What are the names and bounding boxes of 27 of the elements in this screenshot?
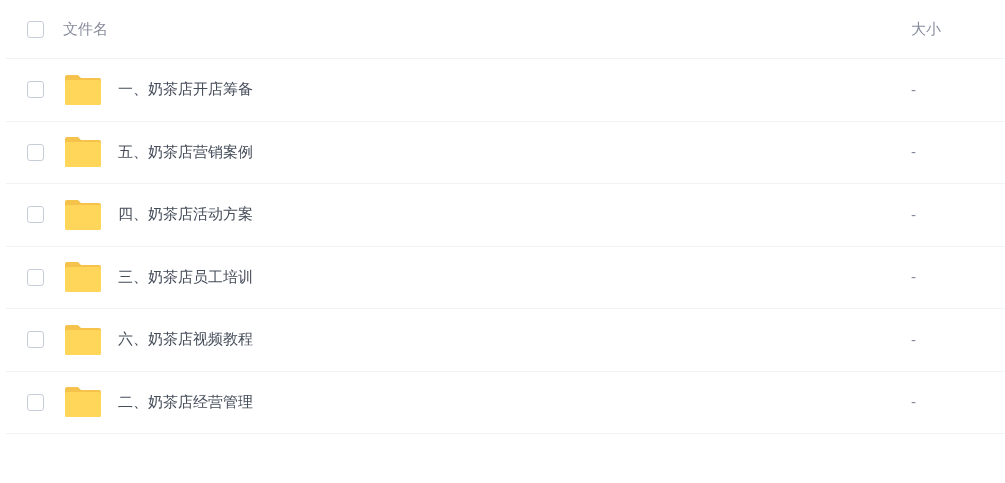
file-size: -	[911, 144, 918, 161]
row-checkbox[interactable]	[27, 268, 44, 286]
file-name[interactable]: 五、奶茶店营销案例	[118, 142, 911, 162]
file-name[interactable]: 六、奶茶店视频教程	[118, 330, 911, 350]
column-header[interactable]: 大小	[911, 19, 1005, 39]
folder-icon	[65, 137, 101, 168]
file-size: -	[911, 331, 918, 348]
file-name[interactable]: 三、奶茶店员工培训	[118, 267, 911, 287]
row-checkbox[interactable]	[27, 393, 44, 411]
file-size: -	[911, 206, 918, 223]
row-checkbox[interactable]	[27, 206, 44, 224]
file-name[interactable]: 二、奶茶店经营管理	[118, 392, 911, 412]
select-all-checkbox[interactable]	[27, 20, 44, 38]
file-name[interactable]: 一、奶茶店开店筹备	[118, 80, 911, 100]
row-checkbox[interactable]	[27, 143, 44, 161]
folder-icon	[65, 74, 101, 105]
folder-icon	[65, 387, 101, 418]
file-size: -	[911, 394, 918, 411]
file-size: -	[911, 81, 918, 98]
column-header[interactable]: 文件名	[63, 19, 911, 39]
file-size: -	[911, 269, 918, 286]
folder-icon	[65, 199, 101, 230]
row-checkbox[interactable]	[27, 81, 44, 99]
file-name[interactable]: 四、奶茶店活动方案	[118, 205, 911, 225]
folder-icon	[65, 324, 101, 355]
folder-icon	[65, 262, 101, 293]
row-checkbox[interactable]	[27, 331, 44, 349]
